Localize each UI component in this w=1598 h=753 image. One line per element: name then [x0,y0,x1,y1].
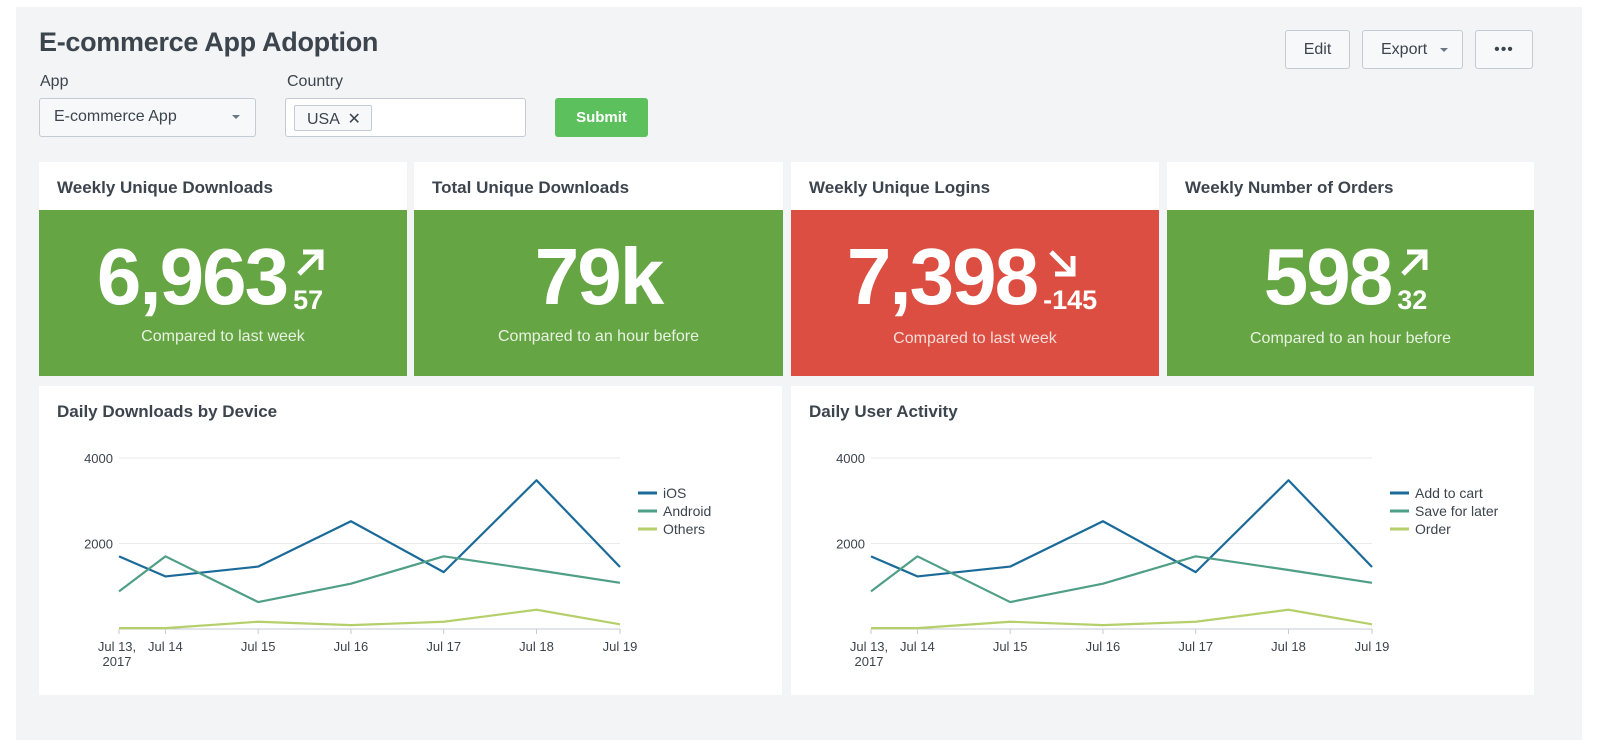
kpi-caption: Compared to an hour before [1249,330,1451,347]
export-button[interactable]: Export [1362,30,1463,69]
kpi-panel-weekly-downloads: Weekly Unique Downloads 6,963 57 Compare… [39,162,407,376]
x-tick-label: Jul 19 [603,639,638,654]
series-line-android [118,555,621,604]
y-tick-label: 2000 [836,537,865,552]
country-filter-label: Country [287,73,344,90]
legend-label: Others [663,521,705,537]
kpi-delta: 57 [293,246,349,316]
kpi-tile[interactable]: 7,398 -145 Compared to last week [791,210,1159,376]
trend-down-icon [1049,250,1076,277]
x-tick-label: Jul 18 [1271,639,1306,654]
kpi-delta-value: 32 [1397,285,1428,315]
kpi-delta-value: 57 [293,285,324,315]
submit-button[interactable]: Submit [555,98,648,137]
panel-title: Weekly Unique Logins [809,178,991,197]
page-title: E-commerce App Adoption [39,27,379,57]
kpi-caption: Compared to last week [893,330,1057,347]
y-tick-label: 4000 [84,451,113,466]
country-chip[interactable]: USA ✕ [294,105,372,131]
x-tick-label: Jul 17 [426,639,461,654]
series-line-save-for-later [870,555,1373,604]
country-chip-label: USA [307,111,340,128]
kpi-tile[interactable]: 598 32 Compared to an hour before [1167,210,1534,376]
kpi-tile[interactable]: 6,963 57 Compared to last week [39,210,407,376]
app-dropdown[interactable]: E-commerce App [39,98,256,137]
kpi-delta: 32 [1397,246,1437,316]
kpi-tile[interactable]: 79k Compared to an hour before [414,210,783,376]
x-tick-label: 2017 [855,654,884,669]
y-tick-label: 4000 [836,451,865,466]
x-tick-label: Jul 19 [1355,639,1390,654]
kpi-panel-weekly-logins: Weekly Unique Logins 7,398 -145 Compared… [791,162,1159,376]
series-line-others [119,608,621,630]
chart-panel-user-activity: Daily User Activity 2000 4000 Jul 13, 2017 J… [791,386,1534,695]
kpi-value: 79k [534,232,664,321]
line-chart[interactable]: 2000 4000 Jul 13,2017 Jul 14 Jul 15 Jul 16 Jul… [39,386,782,695]
close-icon[interactable]: ✕ [347,111,360,128]
x-tick-label: 2017 [103,654,132,669]
export-label: Export [1381,41,1428,58]
kpi-value: 6,963 [96,232,289,321]
x-tick-label: Jul 17 [1178,639,1213,654]
chevron-down-icon [1440,48,1448,52]
kpi-panel-weekly-orders: Weekly Number of Orders 598 32 Compared … [1167,162,1534,376]
x-tick-label: Jul 15 [241,639,276,654]
x-tick-label: Jul 13, [98,639,136,654]
edit-button[interactable]: Edit [1285,30,1350,69]
kpi-caption: Compared to last week [141,328,305,345]
kpi-value: 7,398 [846,232,1039,321]
kpi-value: 598 [1263,232,1393,321]
x-tick-label: Jul 14 [148,639,183,654]
x-tick-label: Jul 13, [850,639,888,654]
legend-label: Android [663,503,711,519]
chevron-down-icon [232,115,240,119]
kpi-delta-value: -145 [1043,285,1098,315]
kpi-panel-total-downloads: Total Unique Downloads 79k Compared to a… [414,162,783,376]
x-tick-label: Jul 16 [334,639,369,654]
legend-label: iOS [663,485,686,501]
app-dropdown-value: E-commerce App [54,108,177,125]
series-line-order [871,608,1373,630]
series-line-add-to-cart [870,479,1373,578]
x-tick-label: Jul 14 [900,639,935,654]
x-tick-label: Jul 15 [993,639,1028,654]
legend-label: Order [1415,521,1451,537]
kpi-caption: Compared to an hour before [497,328,699,345]
y-tick-label: 2000 [84,537,113,552]
kpi-delta: -145 [1043,246,1103,316]
legend-label: Add to cart [1415,485,1483,501]
app-filter-label: App [40,73,69,90]
panel-title: Weekly Unique Downloads [57,178,274,197]
trend-up-icon [1401,249,1428,276]
x-tick-label: Jul 18 [519,639,554,654]
panel-title: Weekly Number of Orders [1185,178,1394,197]
chart-panel-downloads-by-device: Daily Downloads by Device 2000 4000 Jul 13… [39,386,782,695]
more-options-button[interactable]: ••• [1475,30,1533,69]
panel-title: Total Unique Downloads [432,178,630,197]
legend-label: Save for later [1415,503,1499,519]
x-tick-label: Jul 16 [1086,639,1121,654]
series-line-ios [118,479,621,578]
trend-up-icon [297,249,324,276]
line-chart[interactable]: 2000 4000 Jul 13,2017 Jul 14 Jul 15 Jul 16 Jul… [791,386,1534,695]
country-multiselect[interactable]: USA ✕ [285,98,526,137]
